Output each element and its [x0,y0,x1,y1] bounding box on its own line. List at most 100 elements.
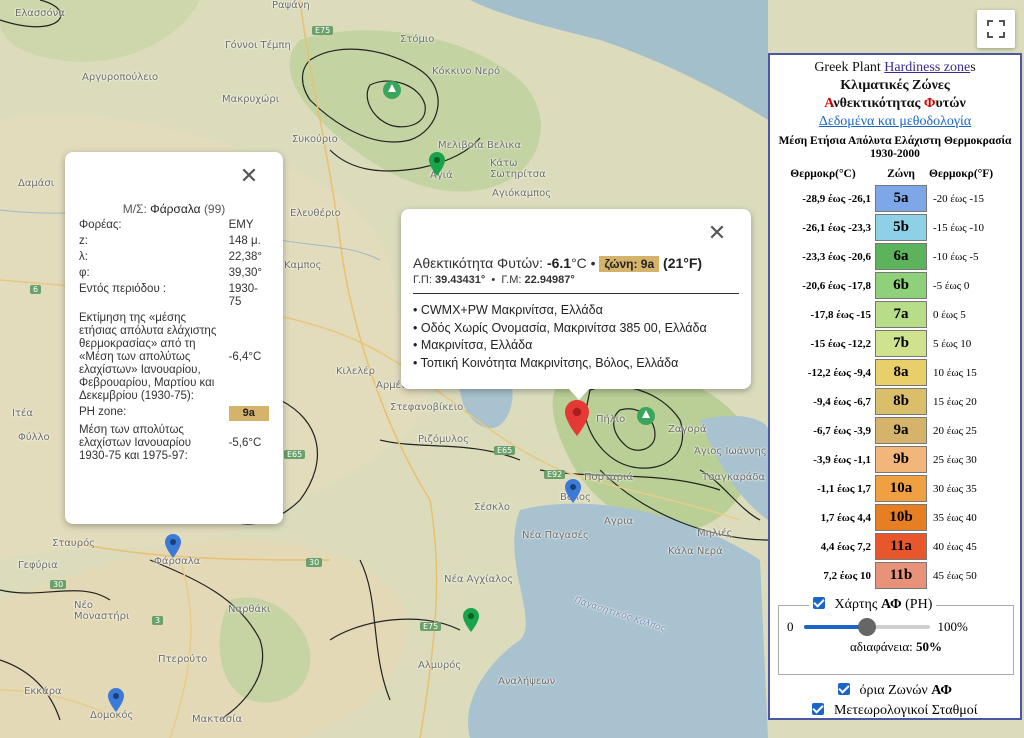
zone-fahrenheit-range: -10 έως -5 [933,250,979,263]
zone-row: -15 έως -12,2 7b 5 έως 10 [771,330,995,357]
map-pin-icon [165,534,181,558]
station-marker-green[interactable] [463,608,479,632]
opacity-row: 0 100% [787,618,1005,636]
map-pin-icon [463,608,479,632]
opacity-slider[interactable] [803,618,930,636]
place-label: Ριζόμυλος [418,434,470,445]
zone-fahrenheit-range: 20 έως 25 [933,424,977,437]
zone-celsius-range: 7,2 έως 10 [823,569,871,582]
station-marker-farsala[interactable] [165,534,181,558]
zone-borders-toggle[interactable]: όρια Ζωνών ΑΦ [770,683,1020,699]
opacity-readout: αδιαφάνεια: 50% [849,639,943,654]
col-header-zone: Ζώνη [887,168,915,180]
zone-row: -1,1 έως 1,7 10a 30 έως 35 [771,475,995,502]
zone-row: -17,8 έως -15 7a 0 έως 5 [771,301,995,328]
zone-row: 7,2 έως 10 11b 45 έως 50 [771,562,995,589]
zone-row: -12,2 έως -9,4 8a 10 έως 15 [771,359,995,386]
zone-swatch: 10a [875,475,927,502]
legend-title: Greek Plant Hardiness zones [814,60,976,75]
place-label: Αγιόκαμπος [492,188,552,199]
min-temp-value: -6.1 [546,255,572,271]
coordinates: Γ.Π: 39.43431° • Γ.Μ: 22.94987° [413,274,575,286]
place-label: Ελευθέριο [290,208,341,219]
place-label: Μακτασία [192,714,243,725]
place-label: Αλμυρός [418,660,462,671]
methodology-link[interactable]: Δεδομένα και μεθοδολογία [819,114,971,129]
map-pin-icon [429,152,445,176]
divider [413,293,739,294]
stations-toggle[interactable]: Μετεωρολογικοί Σταθμοί [770,703,1020,719]
zone-celsius-range: 1,7 έως 4,4 [820,511,871,524]
zone-celsius-range: -6,7 έως -3,9 [813,424,871,437]
zone-row: -20,6 έως -17,8 6b -5 έως 0 [771,272,995,299]
zone-swatch: 7b [875,330,927,357]
station-marker-volos[interactable] [565,479,581,503]
checkbox-checked-icon[interactable] [813,597,825,609]
station-marker-domokos[interactable] [108,688,124,712]
zone-swatch: 7a [875,301,927,328]
zone-swatch: 9a [875,417,927,444]
place-label: Γεφύρια [18,560,58,571]
zone-chip: ζώνη: 9a [599,256,660,272]
place-label: Σέσκλο [474,502,510,513]
zone-celsius-range: -9,4 έως -6,7 [813,395,871,408]
place-label: Νέα Παγασές [522,530,589,541]
fullscreen-button[interactable] [977,10,1015,48]
map-pin-icon [565,479,581,503]
selected-location-marker[interactable] [564,400,590,436]
ph-layer-toggle[interactable]: Χάρτης ΑΦ (PH) [809,597,936,613]
zone-fahrenheit-range: -5 έως 0 [933,279,970,292]
zone-row: 1,7 έως 4,4 10b 35 έως 40 [771,504,995,531]
detail-row: Μέση των απολύτως ελαχίστων Ιανουαρίου 1… [79,424,262,462]
road-shield: 6 [30,285,42,294]
checkbox-checked-icon[interactable] [812,703,825,715]
zone-fahrenheit-range: 0 έως 5 [933,308,966,321]
road-shield: E75 [312,26,334,35]
detail-row: PH zone: 9a [79,406,269,424]
zone-row: -3,9 έως -1,1 9b 25 έως 30 [771,446,995,473]
slider-max-label: 100% [937,619,968,634]
address-item: • Μακρινίτσα, Ελλάδα [413,338,533,352]
zone-swatch: 5a [875,185,927,212]
park-icon [382,80,402,100]
place-label: Στεφανοβίκειο [390,402,464,413]
zone-row: -28,9 έως -26,1 5a -20 έως -15 [771,185,995,212]
place-label: Κιλελέρ [336,366,375,377]
detail-row: Φορέας: ΕΜΥ [79,219,254,231]
checkbox-checked-icon[interactable] [838,683,851,695]
place-label: Καμπος [284,260,322,271]
road-shield: E65 [494,446,516,455]
location-info-window: ✕ Αθεκτικότητα Φυτών: -6.1°C • ζώνη: 9a … [401,209,751,389]
detail-row: Εκτίμηση της «μέσης ετήσιας απόλυτα ελάχ… [79,312,262,402]
slider-handle[interactable] [857,618,876,636]
zone-fahrenheit-range: 25 έως 30 [933,453,977,466]
address-item: • Τοπική Κοινότητα Μακρινίτσης, Βόλος, Ε… [413,355,679,370]
place-label: Ζαγορά [668,424,707,435]
zone-swatch: 8b [875,388,927,415]
zone-fahrenheit-range: 30 έως 35 [933,482,977,495]
ph-layer-group: Χάρτης ΑΦ (PH) 0 100% αδιαφάνεια: 50% [778,597,1014,675]
close-icon[interactable]: ✕ [237,163,261,188]
place-label: Πτερούτο [158,654,208,665]
slider-min-label: 0 [787,619,794,634]
place-label: Πήλιο [596,414,626,425]
close-icon[interactable]: ✕ [705,220,729,245]
detail-row: φ: 39,30° [79,267,262,279]
station-marker-green[interactable] [429,152,445,176]
place-label: Κάτω Σωτηρίτσα [490,158,546,180]
hardiness-headline: Αθεκτικότητα Φυτών: -6.1°C • ζώνη: 9a (2… [413,255,703,272]
place-label: Νέο Μοναστήρι [74,600,130,622]
zone-swatch: 6a [875,243,927,270]
place-label: Συκούριο [292,134,338,145]
place-label: Νέα Αγχίαλος [444,574,514,585]
zone-fahrenheit-range: 40 έως 45 [933,540,977,553]
zone-row: -23,3 έως -20,6 6a -10 έως -5 [771,243,995,270]
zone-celsius-range: -15 έως -12,2 [810,337,871,350]
place-label: Δαμάσι [18,178,55,189]
hardiness-zones-link[interactable]: Hardiness zone [884,60,970,75]
zone-celsius-range: -12,2 έως -9,4 [807,366,871,379]
place-label: Τσαγκαράδα [702,472,766,483]
place-label: Σταυρός [52,538,96,549]
place-label: Μελιβοία Βελικα [438,140,522,151]
zone-celsius-range: -26,1 έως -23,3 [802,221,871,234]
